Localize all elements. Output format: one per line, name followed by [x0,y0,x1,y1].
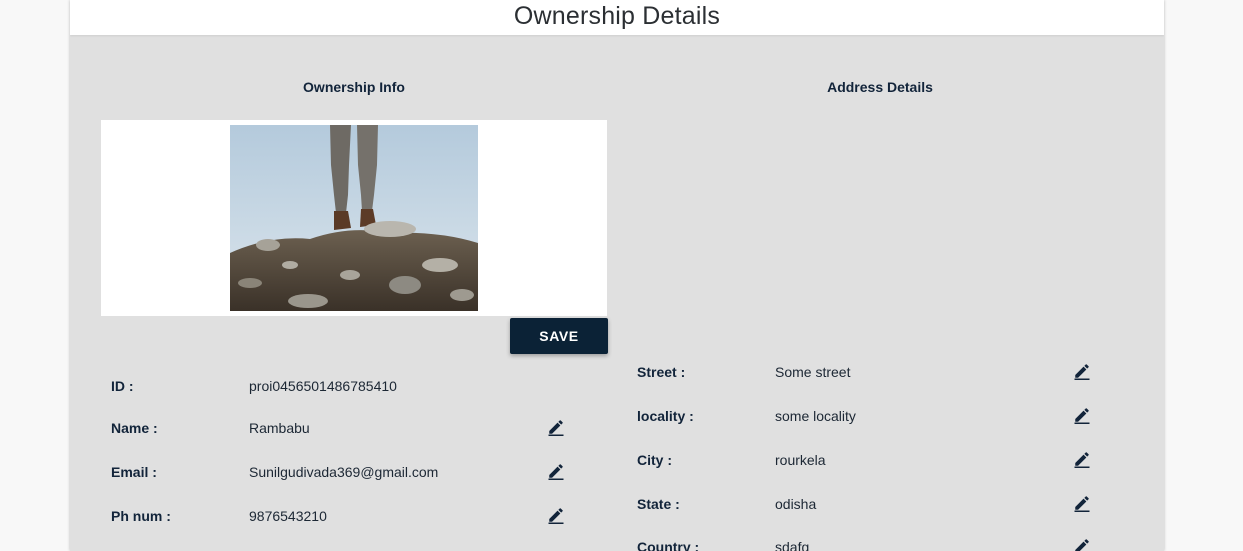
edit-phone-icon[interactable] [547,506,565,524]
email-value: Sunilgudivada369@gmail.com [249,464,439,480]
edit-street-icon[interactable] [1073,362,1091,380]
field-row-state: State : odisha [637,494,1107,516]
save-button[interactable]: SAVE [510,318,608,354]
city-label: City : [637,452,672,468]
name-label: Name : [111,420,158,436]
phone-label: Ph num : [111,508,171,524]
locality-label: locality : [637,408,694,424]
field-row-name: Name : Rambabu [111,418,581,440]
edit-name-icon[interactable] [547,418,565,436]
phone-value: 9876543210 [249,508,327,524]
field-row-city: City : rourkela [637,450,1107,472]
state-value: odisha [775,496,817,512]
edit-locality-icon[interactable] [1073,406,1091,424]
ownership-photo-frame [101,120,607,316]
ownership-photo[interactable] [230,125,478,311]
field-row-street: Street : Some street [637,362,1107,384]
edit-email-icon[interactable] [547,462,565,480]
locality-value: some locality [775,408,856,424]
ownership-card: Ownership Details Ownership Info Address… [70,0,1164,551]
field-row-email: Email : Sunilgudivada369@gmail.com [111,462,581,484]
field-row-country: Country : sdafg [637,537,1107,551]
state-label: State : [637,496,680,512]
edit-city-icon[interactable] [1073,450,1091,468]
address-details-heading: Address Details [827,79,933,95]
ownership-info-heading: Ownership Info [303,79,405,95]
id-label: ID : [111,378,134,394]
field-row-locality: locality : some locality [637,406,1107,428]
street-label: Street : [637,364,686,380]
edit-state-icon[interactable] [1073,494,1091,512]
country-value: sdafg [775,539,810,551]
email-label: Email : [111,464,157,480]
field-row-phone: Ph num : 9876543210 [111,506,581,528]
country-label: Country : [637,539,700,551]
name-value: Rambabu [249,420,310,436]
id-value: proi0456501486785410 [249,378,397,394]
field-row-id: ID : proi0456501486785410 [111,376,581,398]
street-value: Some street [775,364,851,380]
city-value: rourkela [775,452,826,468]
page-title: Ownership Details [513,2,721,30]
header-bar: Ownership Details [70,0,1164,35]
edit-country-icon[interactable] [1073,537,1091,551]
